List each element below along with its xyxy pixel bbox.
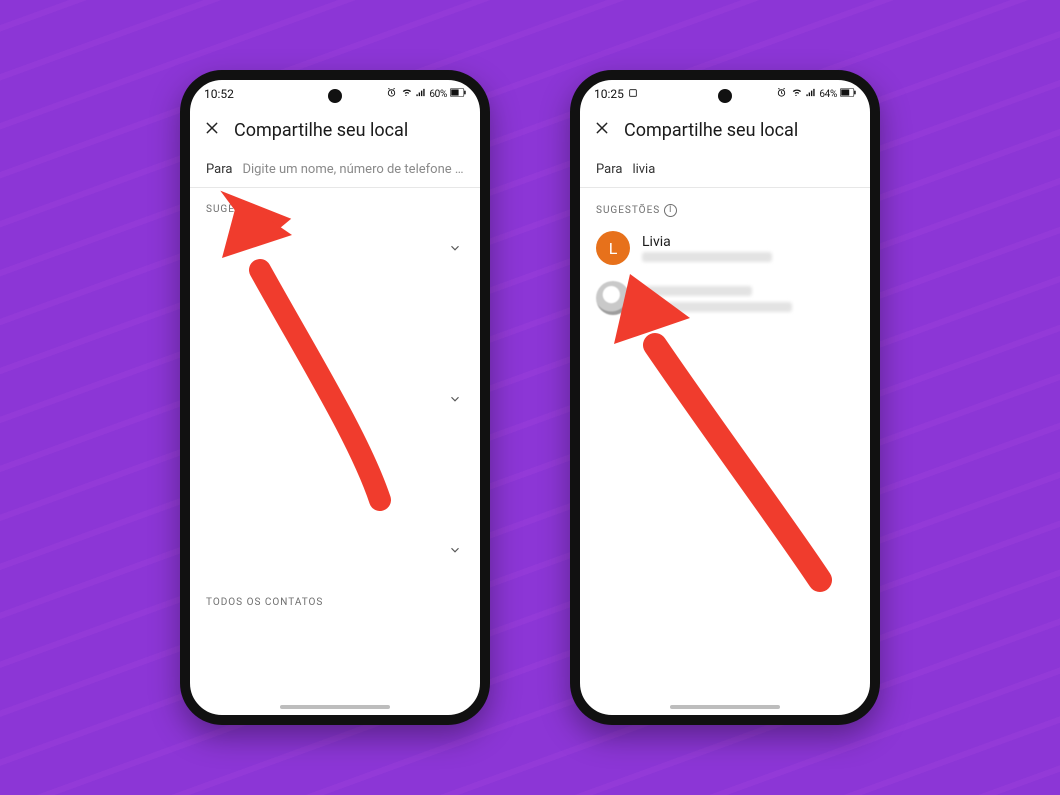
wifi-icon (790, 87, 802, 101)
chevron-down-icon (448, 241, 462, 255)
to-value: livia (632, 162, 854, 177)
suggestions-header: SUGE (190, 188, 480, 221)
page-title: Compartilhe seu local (624, 120, 798, 141)
statusbar: 10:25 (580, 80, 870, 108)
suggestion-name: Livia (642, 234, 854, 250)
screenshot-indicator-icon (628, 87, 638, 101)
wifi-icon (400, 87, 412, 101)
alarm-icon (386, 87, 397, 101)
close-icon[interactable] (594, 120, 610, 140)
suggestion-item[interactable] (586, 273, 864, 323)
all-contacts-header: TODOS OS CONTATOS (190, 577, 480, 618)
suggestions-header-text: SUGE (206, 204, 235, 215)
status-battery-text: 60% (429, 89, 447, 100)
avatar-initial: L (596, 231, 630, 265)
to-label: Para (596, 162, 622, 177)
suggestions-header: SUGESTÕES i (580, 188, 870, 223)
to-field[interactable]: Para Digite um nome, número de telefone … (190, 152, 480, 188)
avatar-image (596, 281, 630, 315)
to-field[interactable]: Para livia (580, 152, 870, 188)
statusbar: 10:52 60% (190, 80, 480, 108)
suggestion-item[interactable]: L Livia (586, 223, 864, 273)
chevron-down-icon (448, 543, 462, 557)
status-time: 10:52 (204, 87, 234, 101)
suggestion-collapsed-row[interactable] (190, 372, 480, 426)
spacer (190, 618, 480, 715)
suggestion-list: L Livia (580, 223, 870, 323)
page-background: 10:52 60% (0, 0, 1060, 795)
signal-icon (415, 87, 426, 101)
status-battery-text: 64% (819, 89, 837, 100)
all-contacts-header-text: TODOS OS CONTATOS (206, 597, 323, 608)
alarm-icon (776, 87, 787, 101)
suggestion-detail-redacted (642, 302, 792, 312)
to-label: Para (206, 162, 232, 177)
gesture-bar (670, 705, 780, 709)
battery-icon (450, 88, 466, 100)
suggestion-name-redacted (642, 286, 752, 296)
signal-icon (805, 87, 816, 101)
suggestions-header-text: SUGESTÕES (596, 205, 660, 216)
phone-left: 10:52 60% (180, 70, 490, 725)
info-icon[interactable]: i (664, 204, 677, 217)
gesture-bar (280, 705, 390, 709)
header-bar: Compartilhe seu local (580, 108, 870, 152)
status-time: 10:25 (594, 87, 624, 101)
header-bar: Compartilhe seu local (190, 108, 480, 152)
spacer (190, 275, 480, 372)
battery-icon (840, 88, 856, 100)
page-title: Compartilhe seu local (234, 120, 408, 141)
suggestion-collapsed-row[interactable] (190, 523, 480, 577)
to-placeholder: Digite um nome, número de telefone ou... (242, 162, 464, 177)
chevron-down-icon (448, 392, 462, 406)
phones-row: 10:52 60% (0, 0, 1060, 795)
suggestion-collapsed-row[interactable] (190, 221, 480, 275)
close-icon[interactable] (204, 120, 220, 140)
suggestion-detail-redacted (642, 252, 772, 262)
spacer (190, 426, 480, 523)
phone-right: 10:25 (570, 70, 880, 725)
avatar-initial-text: L (609, 239, 618, 258)
